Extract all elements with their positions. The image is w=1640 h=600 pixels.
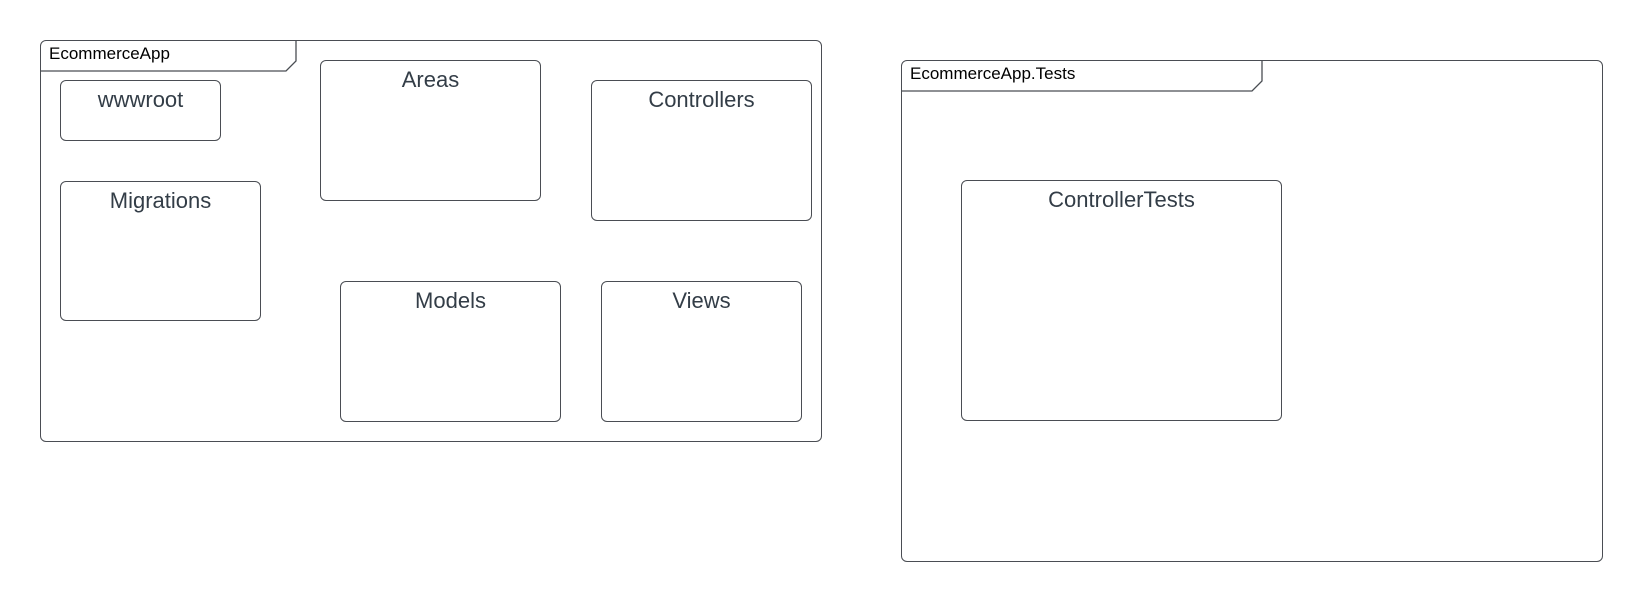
- folder-models[interactable]: Models: [340, 281, 561, 422]
- package-title: EcommerceApp.Tests: [910, 64, 1076, 83]
- folder-label: Controllers: [648, 87, 755, 112]
- folder-label: ControllerTests: [1048, 187, 1195, 212]
- folder-label: Models: [415, 288, 486, 313]
- folder-controllers[interactable]: Controllers: [591, 80, 812, 221]
- folder-migrations[interactable]: Migrations: [60, 181, 261, 321]
- folder-label: Migrations: [109, 188, 212, 213]
- folder-label: wwwroot: [97, 87, 184, 112]
- package-ecommerceapp-tests[interactable]: EcommerceApp.Tests ControllerTests: [901, 60, 1603, 562]
- folder-label: Areas: [401, 67, 460, 92]
- folder-label: Views: [672, 288, 731, 313]
- folder-wwwroot[interactable]: wwwroot: [60, 80, 221, 141]
- package-title: EcommerceApp: [49, 44, 170, 63]
- package-ecommerceapp[interactable]: EcommerceApp wwwroot Areas Controllers M…: [40, 40, 822, 442]
- folder-controllertests[interactable]: ControllerTests: [961, 180, 1282, 421]
- folder-areas[interactable]: Areas: [320, 60, 541, 201]
- folder-views[interactable]: Views: [601, 281, 802, 422]
